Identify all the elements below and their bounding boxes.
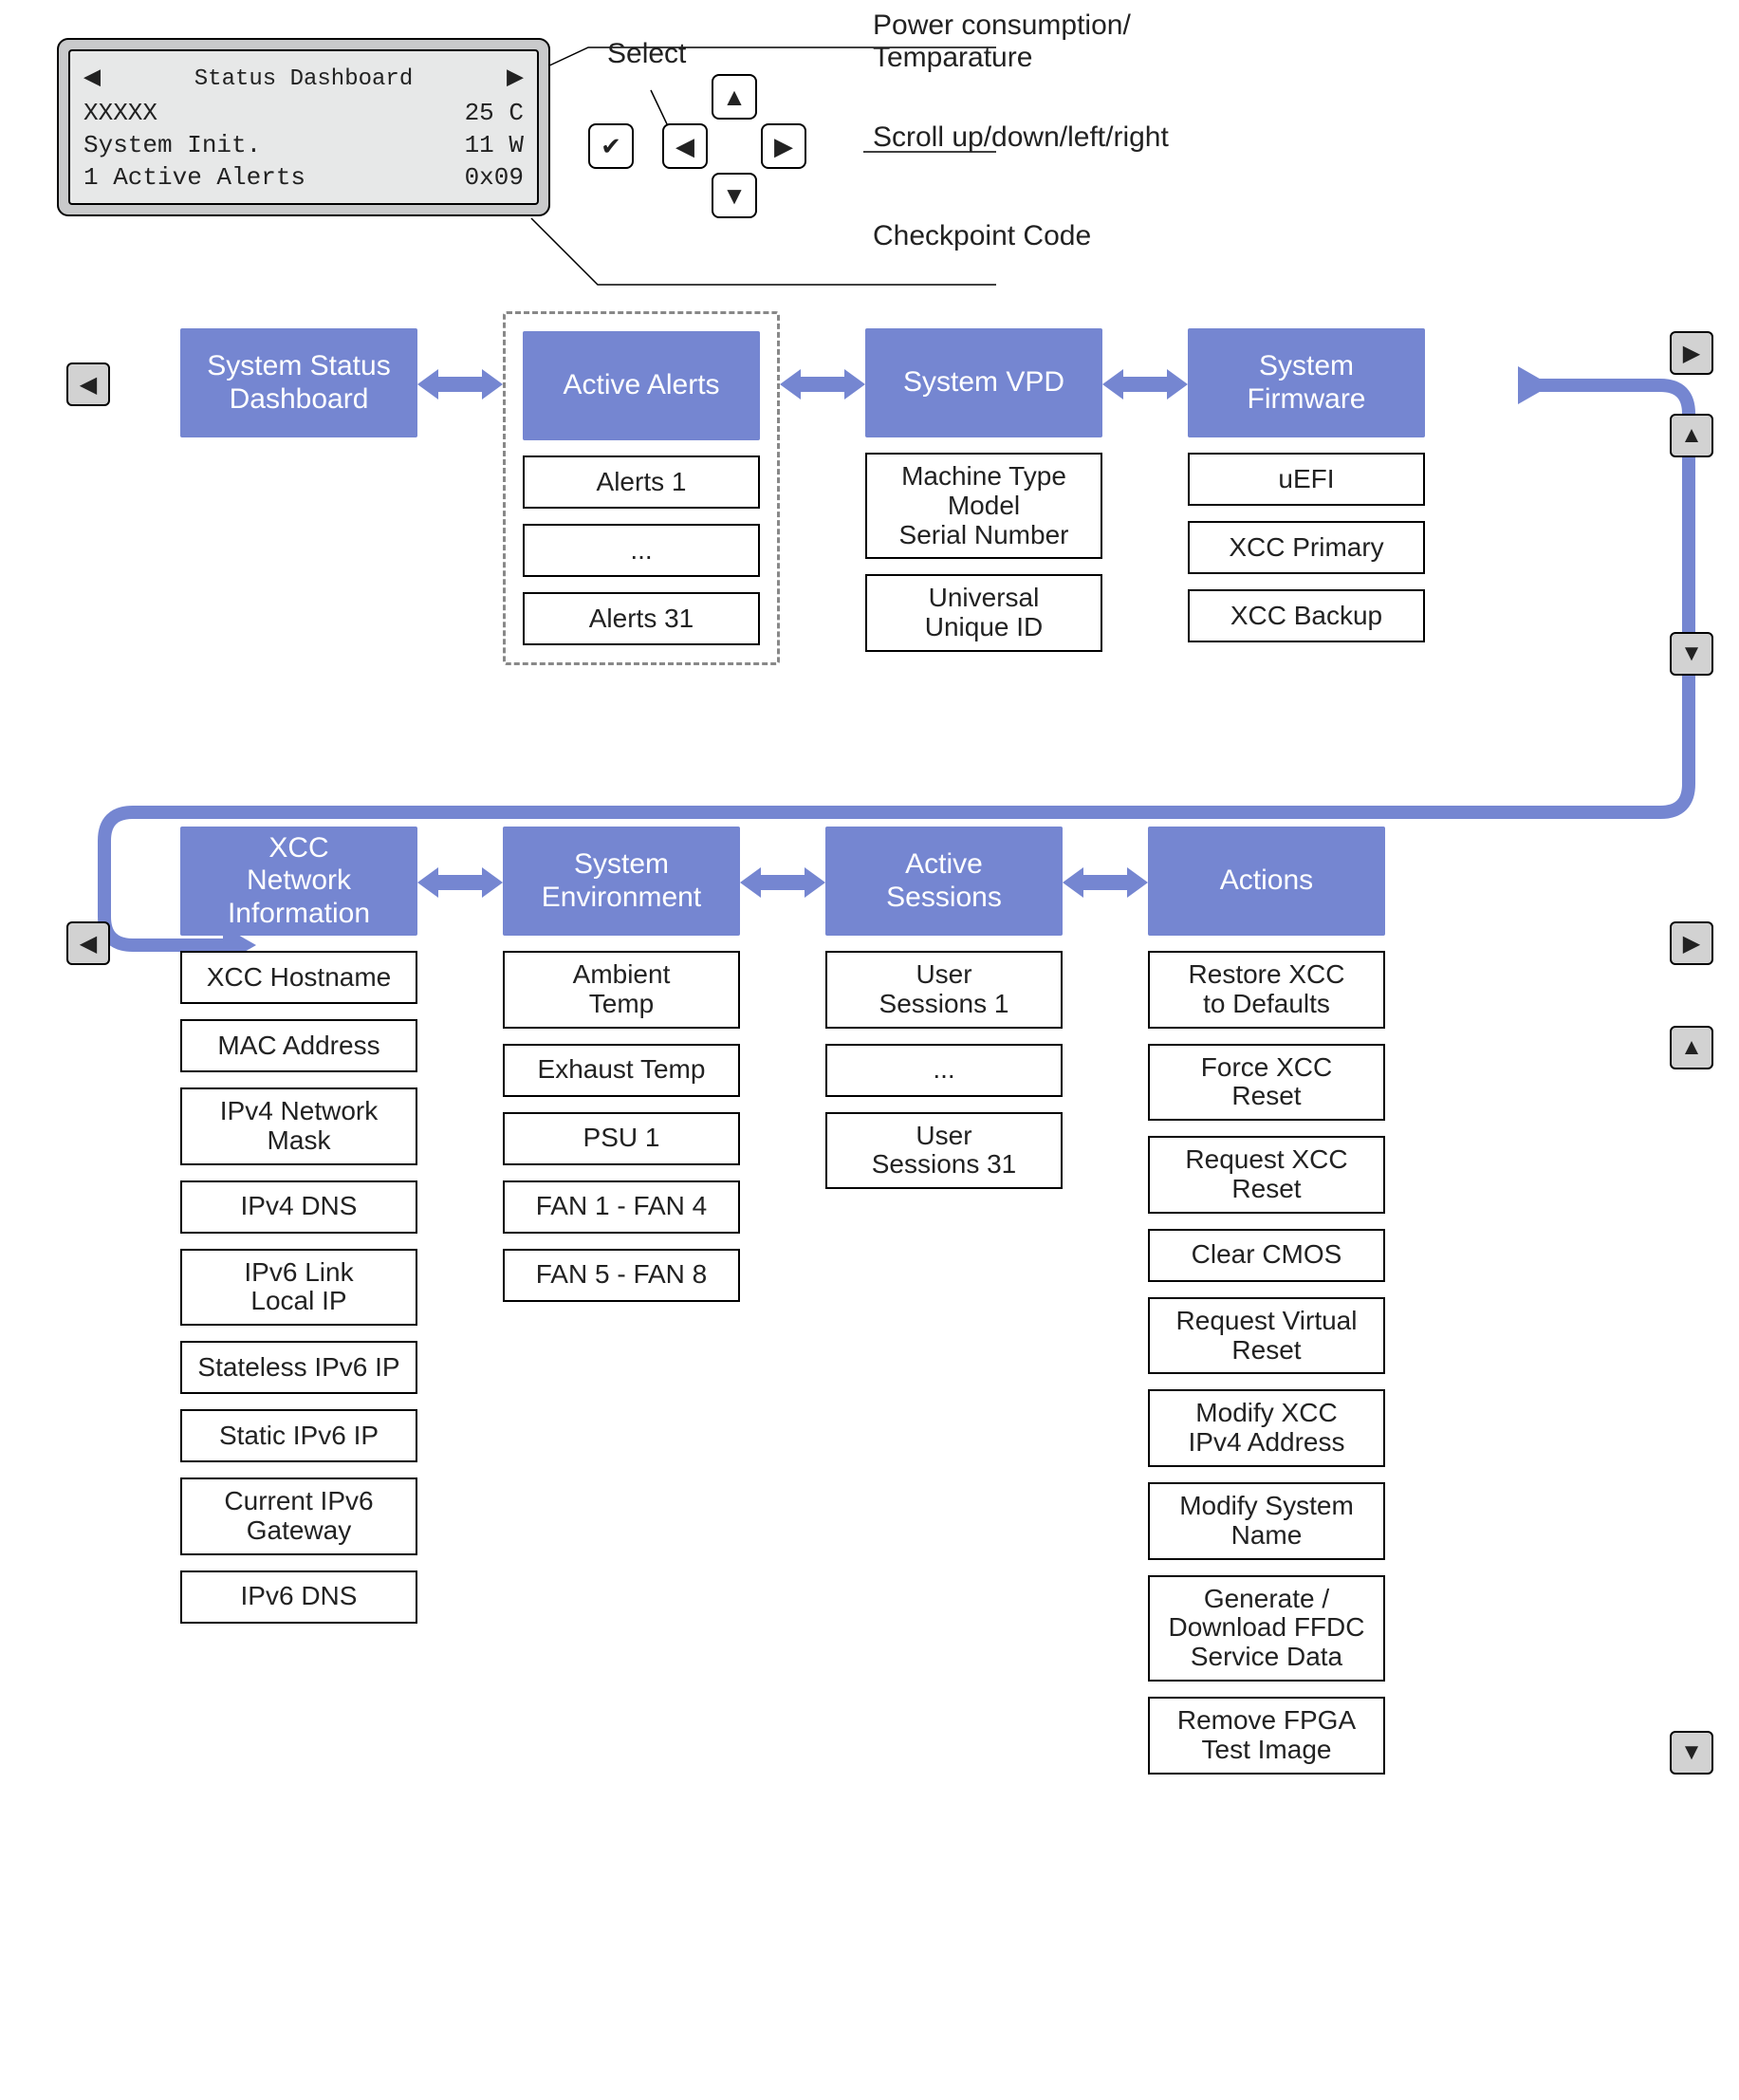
list-item[interactable]: Alerts 31 xyxy=(523,592,760,645)
list-item[interactable]: IPv6 LinkLocal IP xyxy=(180,1249,417,1327)
list-item[interactable]: Clear CMOS xyxy=(1148,1229,1385,1282)
nav-down-row2-bottom[interactable]: ▼ xyxy=(1670,1731,1713,1775)
lcd-line2-left: System Init. xyxy=(83,130,261,162)
col-status: System StatusDashboard xyxy=(180,328,417,437)
list-item[interactable]: Stateless IPv6 IP xyxy=(180,1341,417,1394)
list-item[interactable]: Generate /Download FFDCService Data xyxy=(1148,1575,1385,1682)
nav-down-row1[interactable]: ▼ xyxy=(1670,632,1713,676)
alerts-items: Alerts 1... Alerts 31 xyxy=(523,455,760,645)
col-actions: Actions Restore XCCto Defaults Force XCCR… xyxy=(1148,827,1385,1775)
lcd-right-arrow-icon: ▶ xyxy=(507,61,524,98)
col-sessions: ActiveSessions UserSessions 1...UserSess… xyxy=(825,827,1063,1189)
actions-items: Restore XCCto Defaults Force XCCReset Requ… xyxy=(1148,951,1385,1775)
nav-right-row1[interactable]: ▶ xyxy=(1670,331,1713,375)
biarrow-1 xyxy=(417,361,503,408)
menu-active-sessions[interactable]: ActiveSessions xyxy=(825,827,1063,936)
list-item[interactable]: IPv4 DNS xyxy=(180,1180,417,1234)
list-item[interactable]: XCC Backup xyxy=(1188,589,1425,642)
biarrow-3 xyxy=(1102,361,1188,408)
lcd-line1-right: 25 C xyxy=(465,98,524,130)
list-item[interactable]: Static IPv6 IP xyxy=(180,1409,417,1462)
menu-active-alerts[interactable]: Active Alerts xyxy=(523,331,760,440)
list-item[interactable]: PSU 1 xyxy=(503,1112,740,1165)
list-item[interactable]: AmbientTemp xyxy=(503,951,740,1029)
list-item[interactable]: Machine TypeModelSerial Number xyxy=(865,453,1102,559)
col-vpd: System VPD Machine TypeModelSerial Numbe… xyxy=(865,328,1102,652)
list-item[interactable]: Modify SystemName xyxy=(1148,1482,1385,1560)
lcd-left-arrow-icon: ◀ xyxy=(83,61,101,98)
menu-flow-diagram: ◀ ▶ ▲ ▼ System StatusDashboard Active Al… xyxy=(57,328,1682,1775)
biarrow-6 xyxy=(1063,859,1148,906)
list-item[interactable]: Force XCCReset xyxy=(1148,1044,1385,1122)
lcd-title: Status Dashboard xyxy=(194,65,413,94)
list-item[interactable]: FAN 1 - FAN 4 xyxy=(503,1180,740,1234)
dpad-down-button[interactable]: ▼ xyxy=(712,173,757,218)
dpad-up-button[interactable]: ▲ xyxy=(712,74,757,120)
vpd-items: Machine TypeModelSerial Number UniversalU… xyxy=(865,453,1102,652)
power-temp-label: Power consumption/Temparature xyxy=(873,9,1169,74)
active-alerts-group: Active Alerts Alerts 1... Alerts 31 xyxy=(503,311,780,665)
lcd-panel: ◀ Status Dashboard ▶ XXXXX 25 C System I… xyxy=(57,38,550,216)
menu-xcc-network[interactable]: XCCNetworkInformation xyxy=(180,827,417,936)
list-item[interactable]: Modify XCCIPv4 Address xyxy=(1148,1389,1385,1467)
list-item[interactable]: Alerts 1 xyxy=(523,455,760,509)
list-item[interactable]: UserSessions 1 xyxy=(825,951,1063,1029)
list-item[interactable]: XCC Hostname xyxy=(180,951,417,1004)
dpad: ▲ ◀ ▶ ▼ xyxy=(662,74,806,218)
list-item[interactable]: MAC Address xyxy=(180,1019,417,1072)
lcd-line3-right: 0x09 xyxy=(465,162,524,195)
col-net: XCCNetworkInformation XCC Hostname MAC Ad… xyxy=(180,827,417,1624)
menu-system-environment[interactable]: SystemEnvironment xyxy=(503,827,740,936)
dpad-right-button[interactable]: ▶ xyxy=(761,123,806,169)
dpad-left-button[interactable]: ◀ xyxy=(662,123,708,169)
lcd-line1-left: XXXXX xyxy=(83,98,157,130)
lcd-screen: ◀ Status Dashboard ▶ XXXXX 25 C System I… xyxy=(68,49,539,205)
select-label: Select xyxy=(607,38,806,70)
menu-actions[interactable]: Actions xyxy=(1148,827,1385,936)
list-item[interactable]: Request XCCReset xyxy=(1148,1136,1385,1214)
list-item[interactable]: ... xyxy=(523,524,760,577)
list-item[interactable]: IPv4 NetworkMask xyxy=(180,1087,417,1165)
list-item[interactable]: uEFI xyxy=(1188,453,1425,506)
list-item[interactable]: Restore XCCto Defaults xyxy=(1148,951,1385,1029)
biarrow-5 xyxy=(740,859,825,906)
env-items: AmbientTemp Exhaust Temp PSU 1 FAN 1 - FAN … xyxy=(503,951,740,1302)
menu-system-vpd[interactable]: System VPD xyxy=(865,328,1102,437)
lcd-line3-left: 1 Active Alerts xyxy=(83,162,305,195)
scroll-label: Scroll up/down/left/right xyxy=(873,121,1169,154)
checkpoint-label: Checkpoint Code xyxy=(873,220,1169,252)
sess-items: UserSessions 1... UserSessions 31 xyxy=(825,951,1063,1189)
list-item[interactable]: Current IPv6Gateway xyxy=(180,1477,417,1555)
lcd-line2-right: 11 W xyxy=(465,130,524,162)
list-item[interactable]: ... xyxy=(825,1044,1063,1097)
firmware-items: uEFI XCC Primary XCC Backup xyxy=(1188,453,1425,642)
net-items: XCC Hostname MAC Address IPv4 NetworkMask I… xyxy=(180,951,417,1624)
list-item[interactable]: XCC Primary xyxy=(1188,521,1425,574)
col-env: SystemEnvironment AmbientTemp Exhaust Tem… xyxy=(503,827,740,1302)
list-item[interactable]: IPv6 DNS xyxy=(180,1570,417,1624)
biarrow-4 xyxy=(417,859,503,906)
list-item[interactable]: UserSessions 31 xyxy=(825,1112,1063,1190)
top-section: ◀ Status Dashboard ▶ XXXXX 25 C System I… xyxy=(57,38,1682,252)
list-item[interactable]: Request VirtualReset xyxy=(1148,1297,1385,1375)
nav-up-row1[interactable]: ▲ xyxy=(1670,414,1713,457)
menu-system-status[interactable]: System StatusDashboard xyxy=(180,328,417,437)
nav-left-row2[interactable]: ◀ xyxy=(66,921,110,965)
biarrow-2 xyxy=(780,361,865,408)
list-item[interactable]: UniversalUnique ID xyxy=(865,574,1102,652)
list-item[interactable]: FAN 5 - FAN 8 xyxy=(503,1249,740,1302)
list-item[interactable]: Exhaust Temp xyxy=(503,1044,740,1097)
col-firmware: SystemFirmware uEFI XCC Primary XCC Backup xyxy=(1188,328,1425,642)
nav-left-row1[interactable]: ◀ xyxy=(66,362,110,406)
list-item[interactable]: Remove FPGATest Image xyxy=(1148,1697,1385,1775)
menu-system-firmware[interactable]: SystemFirmware xyxy=(1188,328,1425,437)
select-button[interactable]: ✔ xyxy=(588,123,634,169)
